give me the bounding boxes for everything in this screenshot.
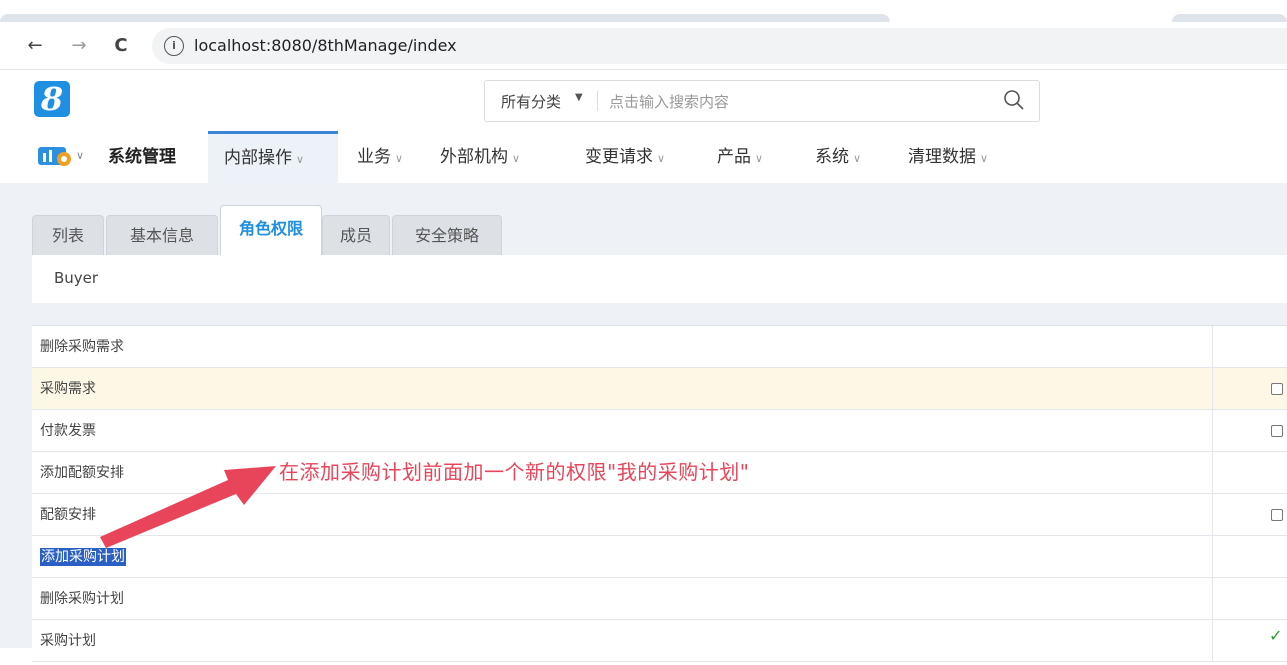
browser-tab[interactable] (1172, 14, 1287, 22)
permission-label: 添加配额安排 (40, 465, 124, 481)
main-menu: ∨ 系统管理 内部操作 ∨ 业务 ∨ 外部机构 ∨ 变更请求 ∨ 产品 ∨ 系统 ∨ 清理数… (0, 131, 1287, 183)
back-icon[interactable]: ← (22, 33, 48, 59)
menu-item-products[interactable]: 产品 ∨ (717, 131, 763, 183)
chevron-down-icon: ∨ (657, 152, 666, 165)
permission-label: 采购计划 (40, 633, 96, 649)
menu-item-label: 外部机构 (440, 147, 508, 167)
reload-icon[interactable]: C (108, 33, 134, 59)
tab-list[interactable]: 列表 (32, 215, 104, 255)
permission-label: 删除采购计划 (40, 591, 124, 607)
role-name-panel: Buyer (32, 255, 1287, 303)
table-row[interactable]: 配额安排 (32, 494, 1287, 536)
chevron-down-icon: ∨ (296, 153, 305, 166)
chevron-down-icon[interactable]: ∨ (76, 149, 84, 162)
menu-item-label: 清理数据 (908, 147, 976, 167)
address-url[interactable]: localhost:8080/8thManage/index (194, 36, 457, 56)
column-divider (1212, 410, 1213, 452)
address-bar[interactable]: i localhost:8080/8thManage/index (152, 28, 1287, 64)
menu-item-label: 业务 (357, 147, 391, 167)
apps-icon[interactable] (38, 145, 74, 167)
search-divider (597, 91, 598, 111)
table-row[interactable]: 删除采购计划 (32, 578, 1287, 620)
menu-item-change-requests[interactable]: 变更请求 ∨ (585, 131, 665, 183)
forward-icon[interactable]: → (66, 33, 92, 59)
table-row[interactable]: 采购计划 ✓ (32, 620, 1287, 662)
permission-label: 删除采购需求 (40, 339, 124, 355)
menu-item-business[interactable]: 业务 ∨ (357, 131, 403, 183)
search-category-select[interactable]: 所有分类 (501, 91, 561, 112)
browser-toolbar: ← → C i localhost:8080/8thManage/index (0, 22, 1287, 70)
menu-item-external-orgs[interactable]: 外部机构 ∨ (440, 131, 520, 183)
column-divider (1212, 620, 1213, 662)
app-header: 8 所有分类 ▼ 点击输入搜索内容 ∨ 系统管理 内部操作 ∨ 业务 ∨ 外部机构 ∨… (0, 71, 1287, 183)
annotation-text: 在添加采购计划前面加一个新的权限"我的采购计划" (279, 460, 750, 484)
column-divider (1212, 368, 1213, 410)
column-divider (1212, 578, 1213, 620)
permission-label: 采购需求 (40, 381, 96, 397)
permission-label: 付款发票 (40, 423, 96, 439)
chevron-down-icon: ∨ (980, 152, 989, 165)
column-divider (1212, 494, 1213, 536)
column-divider (1212, 326, 1213, 368)
tab-security-policy[interactable]: 安全策略 (392, 215, 502, 255)
menu-item-label: 产品 (717, 147, 751, 167)
chevron-down-icon: ∨ (395, 152, 404, 165)
permission-checkbox[interactable] (1271, 425, 1283, 437)
permission-table: 删除采购需求 采购需求 付款发票 添加配额安排 配额安排 添加采购计划 删除采购… (32, 325, 1287, 665)
chevron-down-icon: ∨ (512, 152, 521, 165)
tab-members[interactable]: 成员 (322, 215, 390, 255)
check-icon[interactable]: ✓ (1269, 626, 1282, 645)
system-management-title: 系统管理 (108, 147, 176, 167)
menu-item-clean-data[interactable]: 清理数据 ∨ (908, 131, 988, 183)
tab-basic-info[interactable]: 基本信息 (106, 215, 218, 255)
info-icon[interactable]: i (164, 36, 184, 56)
menu-item-label: 变更请求 (585, 147, 653, 167)
menu-item-label: 内部操作 (224, 148, 292, 168)
table-row[interactable]: 删除采购需求 (32, 326, 1287, 368)
search-box: 所有分类 ▼ 点击输入搜索内容 (484, 80, 1040, 122)
table-row[interactable]: 采购需求 (32, 368, 1287, 410)
search-icon[interactable] (1003, 89, 1025, 111)
permission-label-selected: 添加采购计划 (40, 548, 126, 566)
menu-item-system[interactable]: 系统 ∨ (815, 131, 861, 183)
column-divider (1212, 536, 1213, 578)
app-logo[interactable]: 8 (34, 81, 70, 117)
column-divider (1212, 452, 1213, 494)
role-name: Buyer (54, 269, 99, 287)
menu-item-internal-ops[interactable]: 内部操作 ∨ (208, 131, 338, 183)
browser-tab-strip (0, 0, 1287, 22)
browser-tab[interactable] (0, 14, 890, 22)
table-row[interactable]: 添加采购计划 (32, 536, 1287, 578)
permission-checkbox[interactable] (1271, 509, 1283, 521)
caret-down-icon[interactable]: ▼ (575, 92, 583, 103)
tab-role-permissions[interactable]: 角色权限 (220, 205, 322, 255)
content-area: 列表 基本信息 角色权限 成员 安全策略 Buyer 删除采购需求 采购需求 付… (0, 183, 1287, 665)
chevron-down-icon: ∨ (853, 152, 862, 165)
search-input[interactable]: 点击输入搜索内容 (609, 91, 729, 112)
chevron-down-icon: ∨ (755, 152, 764, 165)
permission-checkbox[interactable] (1271, 383, 1283, 395)
permission-label: 配额安排 (40, 507, 96, 523)
menu-item-label: 系统 (815, 147, 849, 167)
table-row[interactable]: 付款发票 (32, 410, 1287, 452)
